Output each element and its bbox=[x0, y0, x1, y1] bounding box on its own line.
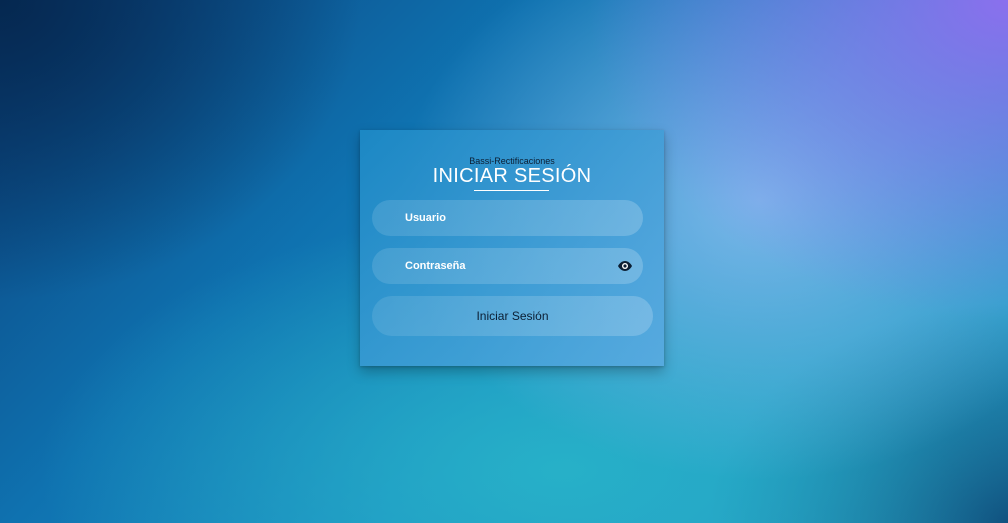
login-card: Bassi-Rectificaciones INICIAR SESIÓN Usu… bbox=[360, 130, 664, 366]
username-field[interactable]: Usuario bbox=[372, 200, 643, 236]
password-label: Contraseña bbox=[405, 260, 466, 272]
login-button[interactable]: Iniciar Sesión bbox=[372, 296, 653, 336]
password-field[interactable]: Contraseña bbox=[372, 248, 643, 284]
title-underline bbox=[474, 190, 549, 191]
page-title: INICIAR SESIÓN bbox=[432, 165, 592, 187]
username-label: Usuario bbox=[405, 212, 446, 224]
eye-icon[interactable] bbox=[617, 259, 633, 273]
